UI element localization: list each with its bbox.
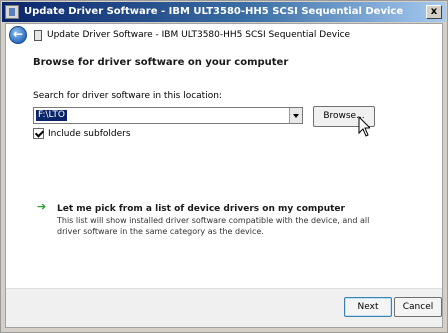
include-subfolders-label[interactable]: Include subfolders: [48, 129, 131, 139]
wizard-title: Update Driver Software - IBM ULT3580-HH5…: [47, 30, 351, 40]
mouse-cursor-icon: [358, 116, 370, 137]
close-button[interactable]: x: [426, 5, 442, 19]
title-bar[interactable]: Update Driver Software - IBM ULT3580-HH5…: [2, 2, 446, 22]
wizard-footer: Next Cancel: [6, 288, 442, 327]
dialog-window: Update Driver Software - IBM ULT3580-HH5…: [0, 0, 448, 333]
pick-from-list-description: This list will show installed driver sof…: [57, 216, 370, 236]
device-icon: [34, 30, 42, 41]
include-subfolders-checkbox[interactable]: [33, 128, 44, 139]
device-icon: [5, 5, 19, 19]
chevron-down-icon[interactable]: [289, 108, 302, 123]
search-location-combobox[interactable]: F:\LTO: [33, 107, 303, 124]
search-location-value[interactable]: F:\LTO: [36, 110, 67, 121]
back-arrow-icon[interactable]: ←: [9, 26, 27, 44]
wizard-body: ← Update Driver Software - IBM ULT3580-H…: [5, 23, 443, 328]
green-arrow-icon[interactable]: ➔: [37, 201, 46, 212]
window-title: Update Driver Software - IBM ULT3580-HH5…: [24, 6, 404, 17]
next-button[interactable]: Next: [344, 297, 392, 317]
cancel-button[interactable]: Cancel: [394, 297, 442, 317]
search-location-label: Search for driver software in this locat…: [33, 91, 222, 101]
wizard-nav-bar: ← Update Driver Software - IBM ULT3580-H…: [6, 24, 442, 48]
page-heading: Browse for driver software on your compu…: [33, 57, 289, 68]
pick-from-list-link[interactable]: Let me pick from a list of device driver…: [57, 204, 345, 214]
